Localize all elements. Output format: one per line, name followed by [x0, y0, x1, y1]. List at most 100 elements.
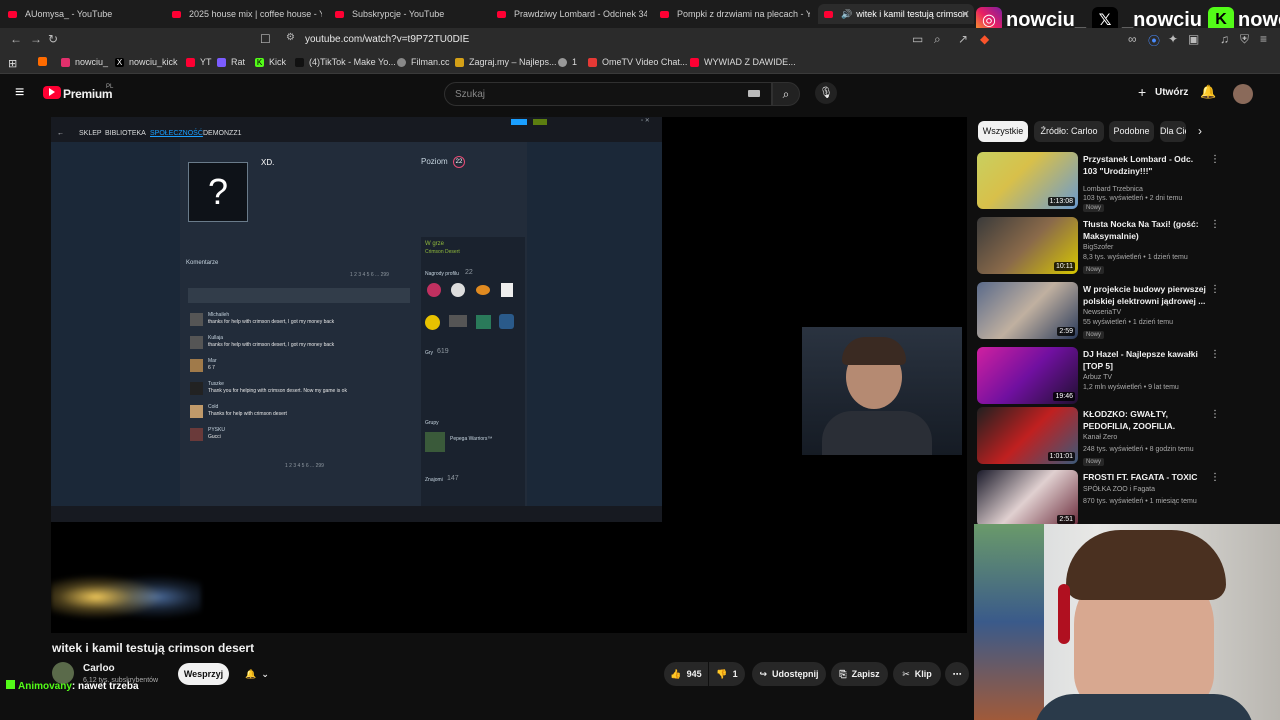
steam-nav-library: BIBLIOTEKA	[105, 130, 146, 137]
steam-comment: Mar 6 7	[188, 356, 410, 376]
create-button[interactable]: Utwórz	[1155, 87, 1188, 98]
clip-button[interactable]: ✂ Klip	[893, 662, 941, 686]
more-icon: ⋯	[952, 668, 962, 679]
zoom-icon[interactable]: ⌕	[934, 32, 941, 47]
extensions-icon[interactable]: ✦	[1168, 32, 1178, 46]
back-icon[interactable]: ←	[10, 32, 22, 46]
recommended-video[interactable]: 10:11 Tłusta Nocka Na Taxi! (gość: Maksy…	[977, 217, 1222, 277]
video-thumbnail[interactable]: 1:01:01	[977, 407, 1078, 464]
site-info-icon[interactable]: ⚙	[286, 32, 295, 43]
more-vert-icon[interactable]: ⋮	[1210, 472, 1220, 483]
bookmark-instagram[interactable]: nowciu_	[61, 57, 108, 67]
search-input[interactable]: Szukaj	[444, 82, 772, 106]
youtube-premium-logo[interactable]: Premium	[63, 87, 113, 101]
video-thumbnail[interactable]: 19:46	[977, 347, 1078, 404]
more-vert-icon[interactable]: ⋮	[1210, 219, 1220, 230]
wallet-icon[interactable]: ⛨	[1240, 32, 1249, 47]
keyboard-icon[interactable]	[748, 90, 760, 97]
steam-bottom-bar	[51, 506, 662, 522]
chip-from-channel[interactable]: Źródło: Carloo	[1034, 121, 1104, 142]
tab-active-video[interactable]: 🔊 witek i kamil testują crimson ✕	[818, 4, 974, 24]
bookmark-tiktok[interactable]: (4)TikTok - Make Yo...	[295, 57, 396, 67]
extension-icon[interactable]: ∞	[1128, 32, 1137, 46]
chevron-right-icon[interactable]: ›	[1198, 124, 1202, 138]
chip-all[interactable]: Wszystkie	[978, 121, 1028, 142]
video-thumbnail[interactable]: 2:59	[977, 282, 1078, 339]
recommended-video[interactable]: 1:13:08 Przystanek Lombard - Odc. 103 "U…	[977, 152, 1222, 212]
youtube-icon	[8, 10, 17, 18]
window-controls-icon: ▫ ✕	[641, 118, 650, 124]
bookmark-rat[interactable]: Rat	[217, 57, 245, 67]
video-thumbnail[interactable]: 1:13:08	[977, 152, 1078, 209]
steam-window: ▫ ✕ ← SKLEP BIBLIOTEKA SPOŁECZNOŚĆ DEMON…	[51, 117, 662, 522]
chip-related[interactable]: Podobne	[1109, 121, 1154, 142]
menu-icon[interactable]: ≡	[1260, 32, 1267, 46]
bookmark-yt[interactable]: YT	[186, 57, 212, 67]
bell-icon[interactable]: 🔔	[1200, 84, 1216, 100]
steam-nav-user: DEMONZZ1	[203, 130, 242, 137]
steam-pages-top: 1 2 3 4 5 6 ... 299	[350, 272, 389, 278]
dislike-button[interactable]: 👎 1	[709, 662, 745, 686]
recommended-video[interactable]: 1:01:01 KŁODZKO: GWAŁTY, PEDOFILIA, ZOOF…	[977, 407, 1222, 467]
cast-icon[interactable]: ▭	[912, 32, 923, 46]
hamburger-menu-icon[interactable]: ≡	[15, 84, 24, 102]
plus-icon[interactable]: +	[1138, 84, 1146, 100]
apps-icon[interactable]: ⊞	[8, 57, 17, 70]
bookmark-ometv[interactable]: OmeTV Video Chat...	[588, 57, 687, 67]
tab-house-mix[interactable]: 2025 house mix | coffee house - YouTube	[172, 4, 322, 24]
youtube-icon	[497, 10, 506, 18]
tab-pompki[interactable]: Pompki z drzwiami na plecach - YouTube	[660, 4, 810, 24]
recommended-video[interactable]: 2:51 FROSTI FT. FAGATA - TOXIC SPÓŁKA ZO…	[977, 470, 1222, 524]
steam-comment: Tuszke Thank you for helping with crimson…	[188, 379, 410, 399]
tab-lombard[interactable]: Prawdziwy Lombard - Odcinek 340	[497, 4, 647, 24]
channel-name[interactable]: Carloo	[83, 663, 115, 674]
share-button[interactable]: ↪ Udostępnij	[752, 662, 826, 686]
recommended-video[interactable]: 2:59 W projekcie budowy pierwszej polski…	[977, 282, 1222, 342]
chip-for-you[interactable]: Dla Ciebie	[1160, 121, 1186, 142]
recommended-video[interactable]: 19:46 DJ Hazel - Najlepsze kawałki [TOP …	[977, 347, 1222, 407]
commenter-avatar	[190, 405, 203, 418]
more-vert-icon[interactable]: ⋮	[1210, 409, 1220, 420]
music-icon[interactable]: ♫	[1220, 32, 1229, 46]
notifications-button[interactable]: 🔔 ⌄	[237, 662, 277, 686]
vpn-icon[interactable]: ⦿	[1148, 32, 1160, 49]
bookmark-x[interactable]: Xnowciu_kick	[115, 57, 178, 67]
bookmark-icon[interactable]: ☐	[260, 32, 271, 46]
bookmark-kick[interactable]: K Kick	[255, 57, 286, 67]
url-field[interactable]: youtube.com/watch?v=t9P72TU0DIE	[305, 34, 469, 45]
search-button[interactable]: ⌕	[772, 82, 800, 106]
more-vert-icon[interactable]: ⋮	[1210, 349, 1220, 360]
video-thumbnail[interactable]: 2:51	[977, 470, 1078, 524]
bookmark-wywiad[interactable]: WYWIAD Z DAWIDE...	[690, 57, 796, 67]
bookmark-folder[interactable]	[38, 57, 52, 66]
more-vert-icon[interactable]: ⋮	[1210, 284, 1220, 295]
more-vert-icon[interactable]: ⋮	[1210, 154, 1220, 165]
reload-icon[interactable]: ↻	[48, 32, 58, 46]
video-thumbnail[interactable]: 10:11	[977, 217, 1078, 274]
bookmark-zagraj[interactable]: Zagraj.my – Najleps...	[455, 57, 557, 67]
support-button[interactable]: Wesprzyj	[178, 663, 229, 685]
bookmark-1[interactable]: 1	[558, 57, 577, 67]
share-icon[interactable]: ↗	[958, 32, 968, 46]
close-tab-icon[interactable]: ✕	[961, 8, 970, 21]
group-name: Pepega Warriors™	[450, 436, 493, 442]
more-actions-button[interactable]: ⋯	[945, 662, 969, 686]
bell-icon: 🔔	[245, 668, 257, 679]
steam-back-icon: ←	[57, 130, 64, 137]
forward-icon[interactable]: →	[30, 32, 42, 46]
tab-aulomysa[interactable]: AUomysa_ - YouTube	[8, 4, 168, 24]
bookmarks-bar: ⊞ nowciu_ Xnowciu_kick YT Rat K Kick (4)T…	[0, 52, 1280, 74]
sidebar-icon[interactable]: ▣	[1188, 32, 1199, 46]
save-button[interactable]: ⎘ Zapisz	[831, 662, 888, 686]
voice-search-button[interactable]: 🎙	[815, 82, 837, 104]
tab-subskrypcje[interactable]: Subskrypcje - YouTube	[335, 4, 485, 24]
streamer-webcam-large	[974, 524, 1280, 720]
video-player[interactable]: ▫ ✕ ← SKLEP BIBLIOTEKA SPOŁECZNOŚĆ DEMON…	[51, 117, 967, 633]
bookmark-filman[interactable]: Filman.cc	[397, 57, 450, 67]
friends-count: 147	[447, 475, 459, 482]
like-button[interactable]: 👍 945	[664, 662, 708, 686]
account-avatar[interactable]	[1233, 84, 1253, 104]
brave-shield-icon[interactable]: ◆	[980, 32, 989, 46]
commenter-avatar	[190, 428, 203, 441]
comments-title: Komentarze	[186, 260, 219, 266]
